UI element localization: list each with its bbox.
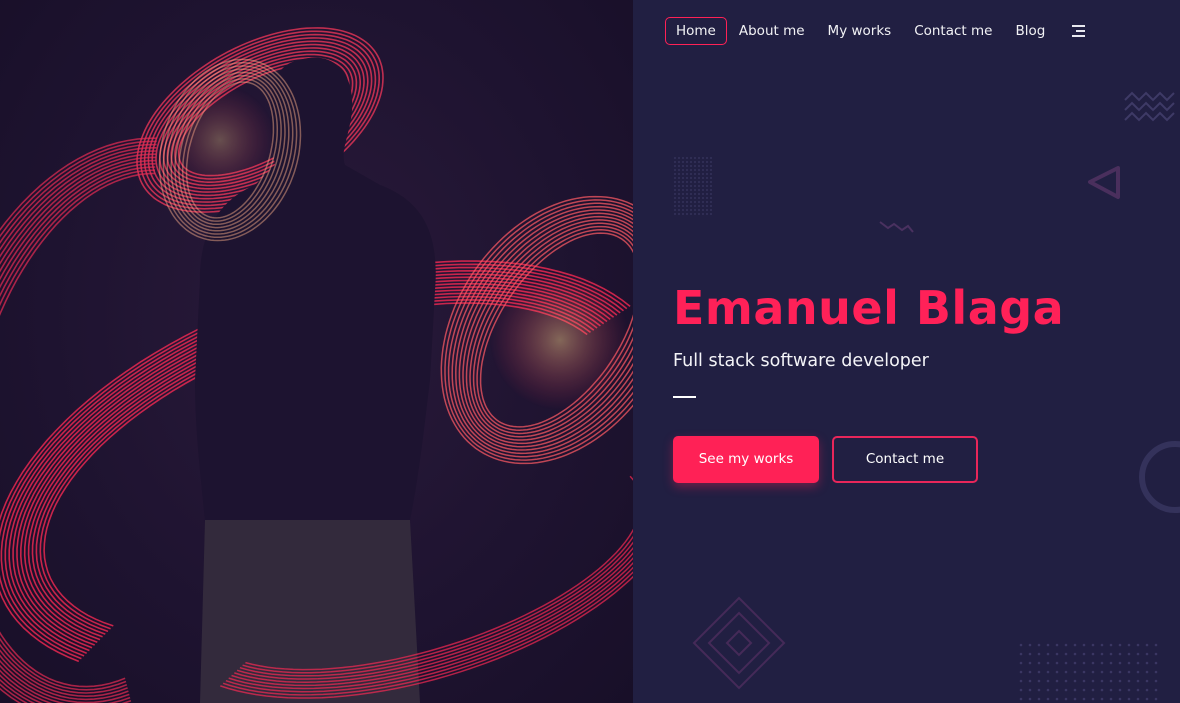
dot-grid-decoration bbox=[674, 157, 712, 215]
nav-item-contact[interactable]: Contact me bbox=[903, 17, 1003, 45]
diamond-decoration bbox=[692, 596, 786, 690]
see-my-works-button[interactable]: See my works bbox=[673, 436, 819, 483]
dot-grid-decoration bbox=[1019, 643, 1158, 701]
hero-panel: Home About me My works Contact me Blog E… bbox=[633, 0, 1180, 703]
hamburger-menu-icon[interactable] bbox=[1069, 24, 1086, 38]
zigzag-decoration bbox=[1124, 91, 1175, 122]
nav-item-home[interactable]: Home bbox=[665, 17, 727, 45]
main-nav: Home About me My works Contact me Blog bbox=[665, 17, 1086, 45]
contact-me-button[interactable]: Contact me bbox=[832, 436, 978, 483]
nav-item-about[interactable]: About me bbox=[728, 17, 816, 45]
hero-subtitle: Full stack software developer bbox=[673, 351, 929, 371]
ring-decoration bbox=[1139, 441, 1180, 513]
nav-item-blog[interactable]: Blog bbox=[1004, 17, 1056, 45]
light-glow bbox=[490, 270, 630, 410]
triangle-decoration bbox=[1088, 166, 1120, 199]
hero-divider bbox=[673, 396, 696, 398]
nav-item-my-works[interactable]: My works bbox=[817, 17, 903, 45]
hero-photo bbox=[0, 0, 633, 703]
hero-name: Emanuel Blaga bbox=[673, 281, 1065, 335]
light-painting-illustration bbox=[0, 27, 633, 703]
light-glow bbox=[165, 85, 275, 195]
squiggle-decoration bbox=[879, 221, 914, 233]
